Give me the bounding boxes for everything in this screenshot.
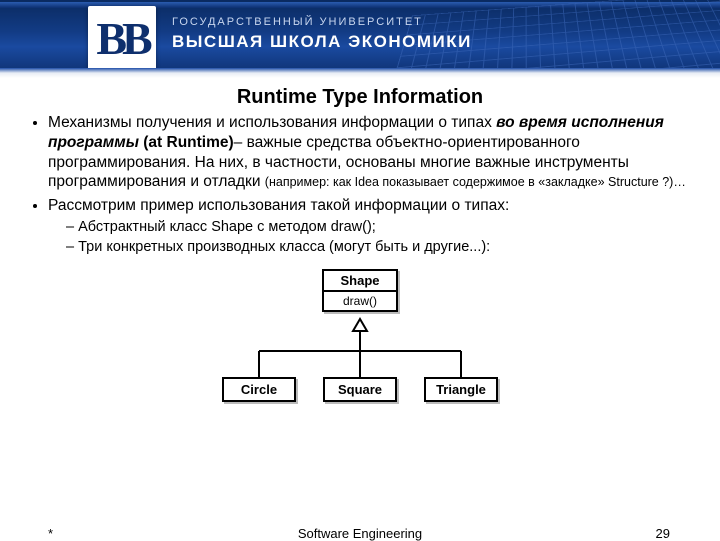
class-shape-name: Shape xyxy=(324,271,396,292)
bullet-2: Рассмотрим пример использования такой ин… xyxy=(48,196,694,257)
sub-1: Абстрактный класс Shape с методом draw()… xyxy=(66,218,694,238)
bullet-2-text: Рассмотрим пример использования такой ин… xyxy=(48,197,509,214)
banner-text: ГОСУДАРСТВЕННЫЙ УНИВЕРСИТЕТ ВЫСШАЯ ШКОЛА… xyxy=(172,16,472,52)
footer-center: Software Engineering xyxy=(0,526,720,541)
class-square: Square xyxy=(323,377,397,402)
bullet-1-note: (например: как Idea показывает содержимо… xyxy=(265,175,686,189)
class-diagram: Shape draw() Circle Square Triangle xyxy=(210,269,510,419)
hse-logo-text: ВВ xyxy=(96,16,147,62)
class-circle: Circle xyxy=(222,377,296,402)
banner-subtitle: ГОСУДАРСТВЕННЫЙ УНИВЕРСИТЕТ xyxy=(172,16,472,28)
bullet-1: Механизмы получения и использования инфо… xyxy=(48,113,694,192)
footer-page: 29 xyxy=(656,526,670,541)
banner-title: ВЫСШАЯ ШКОЛА ЭКОНОМИКИ xyxy=(172,32,472,52)
slide-content: Runtime Type Information Механизмы получ… xyxy=(0,78,720,419)
sub-2: Три конкретных производных класса (могут… xyxy=(66,238,694,258)
banner-stripe-bottom xyxy=(0,68,720,78)
hse-logo: ВВ xyxy=(88,6,156,72)
slide-title: Runtime Type Information xyxy=(26,86,694,109)
university-banner: ВВ ГОСУДАРСТВЕННЫЙ УНИВЕРСИТЕТ ВЫСШАЯ ШК… xyxy=(0,0,720,78)
sub-list: Абстрактный класс Shape с методом draw()… xyxy=(66,218,694,257)
bullet-1-lead: Механизмы получения и использования инфо… xyxy=(48,114,496,131)
class-shape-method: draw() xyxy=(324,292,396,310)
bullet-list: Механизмы получения и использования инфо… xyxy=(26,113,694,257)
class-shape: Shape draw() xyxy=(322,269,398,312)
bullet-1-paren: (at Runtime) xyxy=(143,134,233,151)
class-triangle: Triangle xyxy=(424,377,498,402)
